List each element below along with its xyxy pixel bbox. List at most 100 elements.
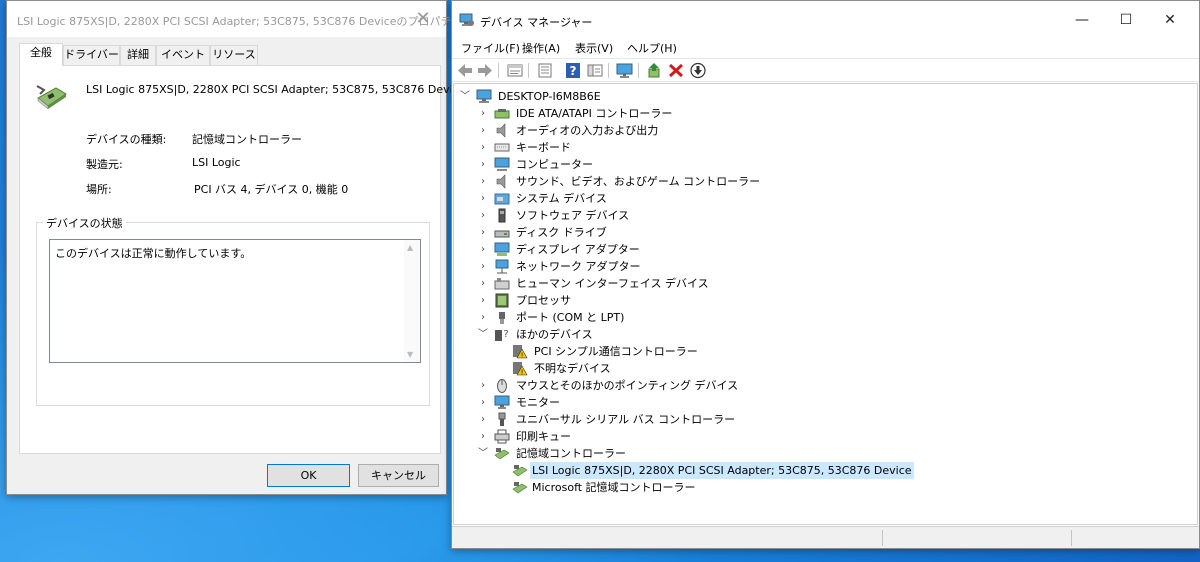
tree-category-system-devices[interactable]: › システム デバイス — [478, 190, 878, 207]
expanded-chevron-icon[interactable]: ﹀ — [478, 445, 488, 462]
tree-category-software-devices[interactable]: › ソフトウェア デバイス — [478, 207, 878, 224]
tree-category-print-queues[interactable]: › 印刷キュー — [478, 428, 878, 445]
status-bar — [452, 526, 1199, 548]
location-value: PCI バス 4, デバイス 0, 機能 0 — [194, 183, 349, 196]
dialog-titlebar[interactable]: LSI Logic 875XS|D, 2280X PCI SCSI Adapte… — [7, 1, 462, 37]
storage-controller-icon — [512, 482, 528, 494]
device-properties-dialog: LSI Logic 875XS|D, 2280X PCI SCSI Adapte… — [6, 0, 466, 495]
collapsed-chevron-icon[interactable]: › — [478, 122, 488, 139]
tree-device-microsoft-storage[interactable]: Microsoft 記憶域コントローラー — [512, 479, 912, 496]
download-arrow-icon[interactable] — [689, 62, 707, 79]
maximize-icon[interactable]: ☐ — [1104, 7, 1148, 33]
console-tree-icon[interactable] — [586, 62, 604, 79]
tree-category-disk-drives[interactable]: › ディスク ドライブ — [478, 224, 878, 241]
collapsed-chevron-icon[interactable]: › — [478, 224, 488, 241]
tree-category-usb[interactable]: › ユニバーサル シリアル バス コントローラー — [478, 411, 878, 428]
collapsed-chevron-icon[interactable]: › — [478, 428, 488, 445]
tree-category-label: キーボード — [516, 141, 571, 154]
tree-category-label: IDE ATA/ATAPI コントローラー — [516, 107, 673, 120]
status-bar-divider — [882, 530, 883, 546]
collapsed-chevron-icon[interactable]: › — [478, 411, 488, 428]
tree-category-monitors[interactable]: › モニター — [478, 394, 878, 411]
collapsed-chevron-icon[interactable]: › — [478, 275, 488, 292]
device-status-textbox[interactable]: このデバイスは正常に動作しています。 ▲ ▼ — [49, 239, 421, 363]
window-title: デバイス マネージャー — [480, 16, 593, 29]
close-icon[interactable]: ✕ — [1148, 7, 1192, 33]
collapsed-chevron-icon[interactable]: › — [478, 173, 488, 190]
tree-category-other-devices[interactable]: ﹀ ? ほかのデバイス — [478, 326, 878, 343]
tree-category-mice[interactable]: › マウスとそのほかのポインティング デバイス — [478, 377, 878, 394]
ok-button[interactable]: OK — [267, 464, 350, 487]
tree-device-unknown[interactable]: ! 不明なデバイス — [512, 360, 912, 377]
help-icon[interactable]: ? — [564, 62, 582, 79]
tree-category-keyboard[interactable]: › キーボード — [478, 139, 878, 156]
tree-category-label: 印刷キュー — [516, 430, 571, 443]
expanded-chevron-icon[interactable]: ﹀ — [460, 88, 470, 105]
tree-device-pci-simple-comm[interactable]: ! PCI シンプル通信コントローラー — [512, 343, 912, 360]
warning-device-icon: ! — [513, 362, 528, 376]
collapsed-chevron-icon[interactable]: › — [478, 190, 488, 207]
monitor-scan-icon[interactable] — [616, 62, 634, 79]
tree-category-audio-io[interactable]: › オーディオの入力および出力 — [478, 122, 878, 139]
svg-text:!: ! — [521, 352, 524, 360]
tree-category-label: プロセッサ — [516, 294, 571, 307]
tab-events[interactable]: イベント — [156, 45, 210, 65]
tab-general[interactable]: 全般 — [19, 43, 63, 66]
keyboard-icon — [494, 143, 510, 152]
collapsed-chevron-icon[interactable]: › — [478, 292, 488, 309]
scsi-adapter-icon — [36, 85, 67, 110]
collapsed-chevron-icon[interactable]: › — [478, 139, 488, 156]
collapsed-chevron-icon[interactable]: › — [478, 241, 488, 258]
tree-category-display-adapters[interactable]: › ディスプレイ アダプター — [478, 241, 878, 258]
tree-category-network-adapters[interactable]: › ネットワーク アダプター — [478, 258, 878, 275]
hid-icon — [494, 278, 510, 290]
tree-category-label: ディスク ドライブ — [516, 226, 607, 239]
software-device-icon — [498, 208, 506, 223]
list-view-icon[interactable] — [536, 62, 554, 79]
device-manager-window: デバイス マネージャー — ☐ ✕ ファイル(F) 操作(A) 表示(V) ヘル… — [451, 0, 1200, 549]
update-driver-icon[interactable] — [646, 62, 664, 79]
tree-category-ide[interactable]: › IDE ATA/ATAPI コントローラー — [478, 105, 878, 122]
scroll-down-icon[interactable]: ▼ — [407, 350, 413, 359]
tree-root[interactable]: ﹀ DESKTOP-I6M8B6E — [460, 88, 680, 105]
menu-help[interactable]: ヘルプ(H) — [627, 40, 677, 56]
properties-view-icon[interactable] — [506, 62, 524, 79]
collapsed-chevron-icon[interactable]: › — [478, 105, 488, 122]
svg-text:?: ? — [570, 64, 577, 78]
tree-category-processors[interactable]: › プロセッサ — [478, 292, 878, 309]
tree-device-label: 不明なデバイス — [534, 362, 611, 375]
collapsed-chevron-icon[interactable]: › — [478, 394, 488, 411]
collapsed-chevron-icon[interactable]: › — [478, 156, 488, 173]
menu-file[interactable]: ファイル(F) — [461, 40, 520, 56]
mouse-icon — [497, 379, 507, 393]
tree-device-lsi-logic[interactable]: LSI Logic 875XS|D, 2280X PCI SCSI Adapte… — [512, 462, 932, 479]
forward-arrow-icon[interactable] — [476, 62, 494, 79]
tree-device-label: Microsoft 記憶域コントローラー — [532, 481, 696, 494]
tree-category-computer[interactable]: › コンピューター — [478, 156, 878, 173]
tab-driver[interactable]: ドライバー — [63, 45, 120, 65]
manufacturer-label: 製造元: — [86, 158, 123, 171]
back-arrow-icon[interactable] — [456, 62, 474, 79]
tree-category-ports[interactable]: › ポート (COM と LPT) — [478, 309, 878, 326]
tree-category-storage-controllers[interactable]: ﹀ 記憶域コントローラー — [478, 445, 878, 462]
device-manager-icon — [459, 13, 474, 26]
minimize-icon[interactable]: — — [1060, 7, 1104, 33]
collapsed-chevron-icon[interactable]: › — [478, 207, 488, 224]
status-scrollbar[interactable]: ▲ ▼ — [404, 240, 420, 362]
system-folder-icon — [494, 193, 510, 205]
collapsed-chevron-icon[interactable]: › — [478, 377, 488, 394]
uninstall-red-x-icon[interactable] — [667, 62, 685, 79]
tree-category-hid[interactable]: › ヒューマン インターフェイス デバイス — [478, 275, 878, 292]
collapsed-chevron-icon[interactable]: › — [478, 309, 488, 326]
expanded-chevron-icon[interactable]: ﹀ — [478, 326, 488, 343]
collapsed-chevron-icon[interactable]: › — [478, 258, 488, 275]
tab-resources[interactable]: リソース — [210, 45, 258, 65]
toolbar-separator — [528, 63, 529, 78]
cancel-button[interactable]: キャンセル — [358, 464, 439, 487]
menu-view[interactable]: 表示(V) — [575, 40, 613, 56]
menu-action[interactable]: 操作(A) — [522, 40, 560, 56]
tree-category-sound-video[interactable]: › サウンド、ビデオ、およびゲーム コントローラー — [478, 173, 878, 190]
scroll-up-icon[interactable]: ▲ — [407, 243, 413, 252]
close-icon[interactable]: ✕ — [408, 9, 438, 31]
tab-details[interactable]: 詳細 — [120, 45, 156, 65]
